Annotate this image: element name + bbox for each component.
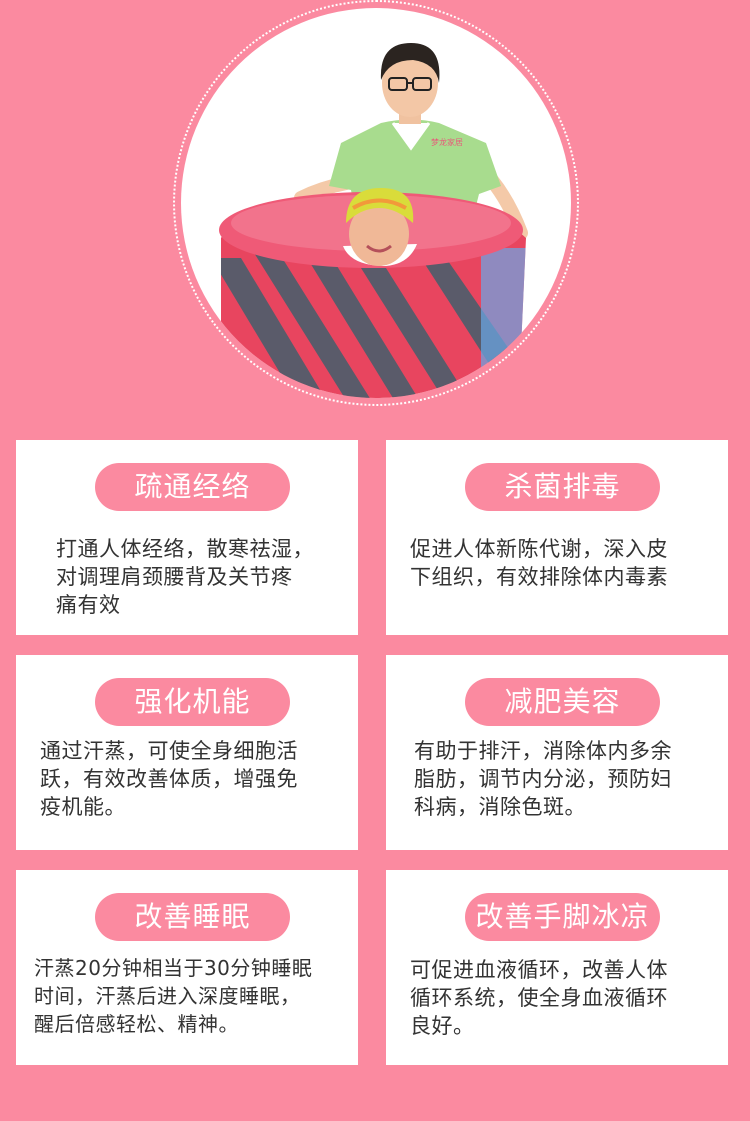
benefit-title-pill: 改善手脚冰凉 (465, 893, 660, 941)
benefit-description: 促进人体新陈代谢，深入皮 下组织，有效排除体内毒素 (410, 537, 668, 589)
sauna-illustration: 梦龙家居 (219, 43, 528, 398)
benefit-title-pill: 杀菌排毒 (465, 463, 660, 511)
benefit-title-pill: 强化机能 (95, 678, 290, 726)
benefit-description: 汗蒸20分钟相当于30分钟睡眠 时间，汗蒸后进入深度睡眠， 醒后倍感轻松、精神。 (34, 956, 313, 1036)
benefit-title-pill: 减肥美容 (465, 678, 660, 726)
benefit-description: 打通人体经络，散寒祛湿， 对调理肩颈腰背及关节疼 痛有效 (56, 537, 314, 617)
hero-photo: 梦龙家居 (181, 8, 571, 398)
shirt-logo-text: 梦龙家居 (431, 137, 463, 147)
benefit-card-detox: 杀菌排毒 促进人体新陈代谢，深入皮 下组织，有效排除体内毒素 (386, 440, 728, 635)
benefit-card-beauty: 减肥美容 有助于排汗，消除体内多余 脂肪，调节内分泌，预防妇 科病，消除色斑。 (386, 655, 728, 850)
benefit-card-circulation: 改善手脚冰凉 可促进血液循环，改善人体 循环系统，使全身血液循环 良好。 (386, 870, 728, 1065)
benefit-card-sleep: 改善睡眠 汗蒸20分钟相当于30分钟睡眠 时间，汗蒸后进入深度睡眠， 醒后倍感轻… (16, 870, 358, 1065)
benefit-description: 有助于排汗，消除体内多余 脂肪，调节内分泌，预防妇 科病，消除色斑。 (414, 739, 672, 819)
benefit-title-pill: 改善睡眠 (95, 893, 290, 941)
benefit-description: 可促进血液循环，改善人体 循环系统，使全身血液循环 良好。 (410, 958, 668, 1038)
benefit-card-meridian: 疏通经络 打通人体经络，散寒祛湿， 对调理肩颈腰背及关节疼 痛有效 (16, 440, 358, 635)
benefit-title-pill: 疏通经络 (95, 463, 290, 511)
benefit-description: 通过汗蒸，可使全身细胞活 跃，有效改善体质，增强免 疫机能。 (40, 739, 298, 819)
benefit-card-immunity: 强化机能 通过汗蒸，可使全身细胞活 跃，有效改善体质，增强免 疫机能。 (16, 655, 358, 850)
